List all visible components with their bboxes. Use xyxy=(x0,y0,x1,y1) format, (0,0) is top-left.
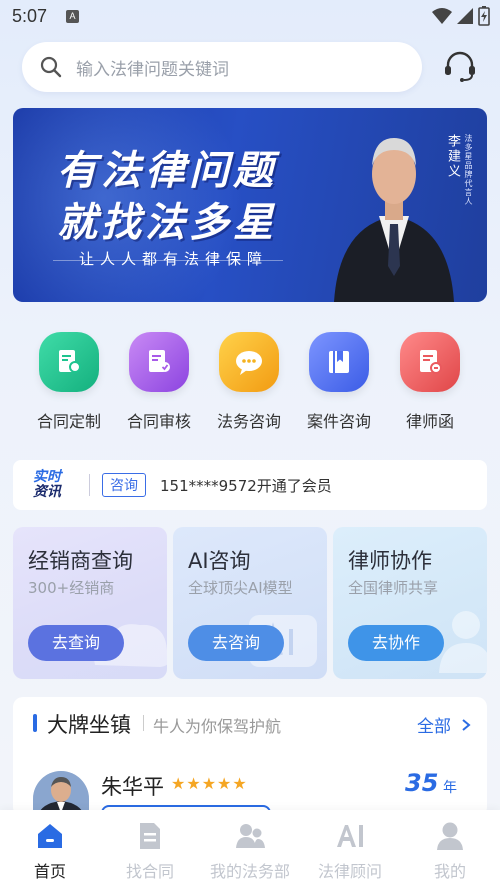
service-label: 法务咨询 xyxy=(216,412,281,431)
experience-years: 35 xyxy=(405,769,439,797)
lawyer-letter-icon xyxy=(400,332,460,392)
tab-legal-advisor[interactable]: 法律顾问 xyxy=(300,810,400,888)
banner-title-line1: 有法律问题 xyxy=(57,148,277,194)
card-title: 经销商查询 xyxy=(28,549,133,573)
ai-icon xyxy=(337,825,363,847)
service-label: 合同定制 xyxy=(36,412,101,431)
news-ticker[interactable]: 实时 资讯 咨询 151****9572开通了会员 xyxy=(13,460,487,510)
banner-slogan: 让人人都有法律保障 xyxy=(79,250,269,268)
tab-profile[interactable]: 我的 xyxy=(400,810,500,888)
book-icon xyxy=(309,332,369,392)
promo-banner[interactable]: 有法律问题 就找法多星 让人人都有法律保障 李建义 法多星品牌代言人 xyxy=(13,108,487,302)
view-all-link[interactable]: 全部 xyxy=(417,712,472,737)
ticker-divider xyxy=(89,474,90,496)
realtime-news-logo: 实时 资讯 xyxy=(33,470,75,499)
tab-label: 首页 xyxy=(33,862,66,881)
chevron-right-icon xyxy=(462,719,471,731)
tab-my-legal-dept[interactable]: 我的法务部 xyxy=(200,810,300,888)
featured-lawyers-section: 大牌坐镇 牛人为你保驾护航 全部 朱华平 ★★★★★ 35 年 xyxy=(13,697,487,817)
card-subtitle: 全球顶尖AI模型 xyxy=(188,579,293,597)
card-ai-consult[interactable]: AI咨询 全球顶尖AI模型 去咨询 xyxy=(173,527,327,679)
tab-label: 我的 xyxy=(433,862,466,881)
rating-stars: ★★★★★ xyxy=(171,774,248,793)
search-icon xyxy=(40,56,62,78)
dealer-query-button[interactable]: 去查询 xyxy=(28,625,124,661)
service-label: 律师函 xyxy=(405,412,454,431)
ticker-tag: 咨询 xyxy=(102,473,146,497)
card-title: AI咨询 xyxy=(188,549,251,573)
spokesperson-portrait xyxy=(334,138,454,302)
notification-icon: A xyxy=(66,10,79,23)
service-contract-review[interactable]: 合同审核 xyxy=(114,332,204,432)
tab-label: 找合同 xyxy=(125,862,174,881)
tab-find-contract[interactable]: 找合同 xyxy=(100,810,200,888)
experience-unit: 年 xyxy=(443,780,457,796)
section-title: 大牌坐镇 xyxy=(47,713,131,737)
quick-services: 合同定制 合同审核 法务咨询 案件咨询 律师函 xyxy=(0,332,500,432)
signal-icon xyxy=(457,8,473,24)
search-placeholder: 输入法律问题关键词 xyxy=(76,59,229,80)
spokesperson-name: 李建义 xyxy=(445,134,460,179)
home-icon xyxy=(38,824,62,848)
tab-home[interactable]: 首页 xyxy=(0,810,100,888)
card-subtitle: 300+经销商 xyxy=(28,579,115,597)
bottom-tab-bar: 首页 找合同 我的法务部 法律顾问 我的 xyxy=(0,810,500,888)
card-lawyer-collab[interactable]: 律师协作 全国律师共享 去协作 xyxy=(333,527,487,679)
card-subtitle: 全国律师共享 xyxy=(348,579,439,597)
service-legal-consult[interactable]: 法务咨询 xyxy=(204,332,294,432)
banner-title-line2: 就找法多星 xyxy=(57,200,277,246)
status-time: 5:07 xyxy=(12,6,48,26)
contract-custom-icon xyxy=(39,332,99,392)
ticker-message[interactable]: 151****9572开通了会员 xyxy=(160,475,332,496)
status-icons xyxy=(432,6,490,26)
battery-icon xyxy=(478,6,490,26)
lawyer-collab-button[interactable]: 去协作 xyxy=(348,625,444,661)
card-dealer-query[interactable]: 经销商查询 300+经销商 去查询 xyxy=(13,527,167,679)
view-all-label: 全部 xyxy=(417,717,451,737)
document-icon xyxy=(140,823,160,849)
ai-consult-button[interactable]: 去咨询 xyxy=(188,625,284,661)
spokesperson-title: 法多星品牌代言人 xyxy=(464,134,473,206)
wifi-icon xyxy=(432,8,452,24)
contract-review-icon xyxy=(129,332,189,392)
logo-line2: 资讯 xyxy=(33,484,61,500)
team-icon xyxy=(236,824,265,848)
customer-service-icon[interactable] xyxy=(442,50,478,84)
tab-label: 我的法务部 xyxy=(209,862,290,881)
status-bar: 5:07 A xyxy=(0,0,500,34)
search-input[interactable]: 输入法律问题关键词 xyxy=(22,42,422,92)
service-case-consult[interactable]: 案件咨询 xyxy=(294,332,384,432)
service-label: 合同审核 xyxy=(126,412,191,431)
section-divider xyxy=(143,715,144,731)
service-label: 案件咨询 xyxy=(306,412,371,431)
logo-line1: 实时 xyxy=(33,469,61,486)
profile-icon xyxy=(437,822,463,850)
tab-label: 法律顾问 xyxy=(317,862,382,881)
lawyer-name[interactable]: 朱华平 xyxy=(101,771,164,801)
section-accent-bar xyxy=(33,714,37,732)
service-lawyer-letter[interactable]: 律师函 xyxy=(385,332,475,432)
chat-bubbles-icon xyxy=(219,332,279,392)
section-subtitle: 牛人为你保驾护航 xyxy=(153,717,282,736)
card-title: 律师协作 xyxy=(348,549,432,573)
service-contract-custom[interactable]: 合同定制 xyxy=(24,332,114,432)
